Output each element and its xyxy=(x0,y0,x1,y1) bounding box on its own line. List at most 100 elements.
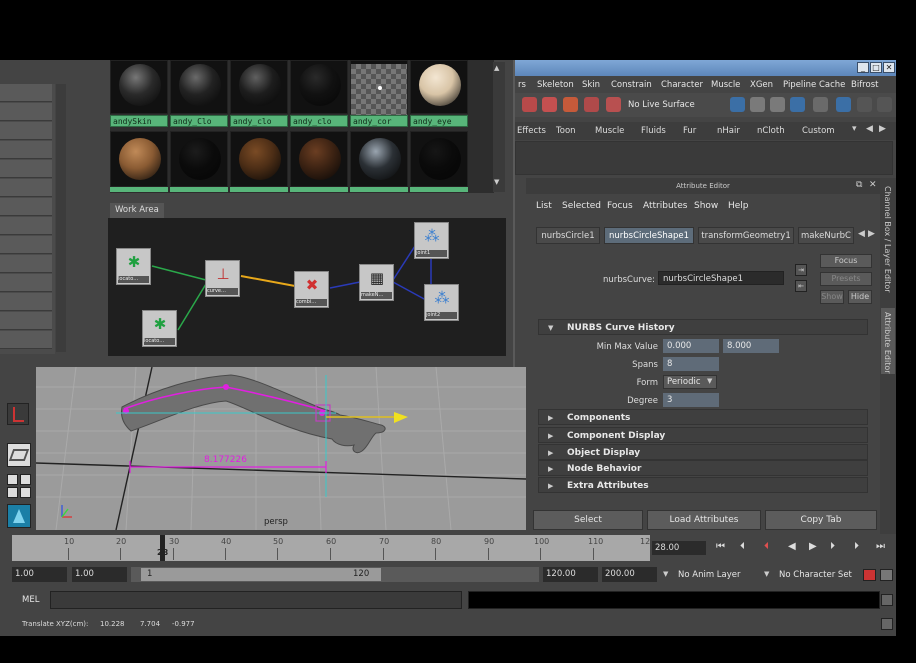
menu-item-skin[interactable]: Skin xyxy=(582,80,600,90)
left-list-scrollbar[interactable] xyxy=(56,84,66,352)
list-item[interactable] xyxy=(0,255,52,273)
snap-view-icon[interactable] xyxy=(584,97,599,112)
tab-make-nurb-circle[interactable]: makeNurbC xyxy=(798,227,854,244)
node-curve[interactable]: ⊥ curve… xyxy=(205,260,240,297)
node-makenurbs[interactable]: ▦ makeN… xyxy=(359,264,394,301)
list-item[interactable] xyxy=(0,217,52,235)
shelf-tab-effects[interactable]: Effects xyxy=(517,126,546,136)
list-item[interactable] xyxy=(0,312,52,330)
list-item[interactable] xyxy=(0,179,52,197)
shelf-menu-icon[interactable]: ▾ xyxy=(852,124,857,134)
load-attributes-button[interactable]: Load Attributes xyxy=(647,510,761,530)
ae-menu-attributes[interactable]: Attributes xyxy=(643,201,687,211)
shelf-tab-fur[interactable]: Fur xyxy=(683,126,696,136)
end-time-field[interactable]: 200.00 xyxy=(602,567,657,582)
tab-scroll-right-icon[interactable]: ▶ xyxy=(868,229,875,239)
character-set-selector[interactable]: No Character Set xyxy=(779,570,852,580)
nurbs-curve-history-section[interactable]: ▼ NURBS Curve History xyxy=(538,319,868,335)
channel-box-tab[interactable]: Channel Box / Layer Editor xyxy=(883,186,892,293)
material-swatch[interactable] xyxy=(410,131,468,187)
node-locator1[interactable]: ✱ locato… xyxy=(116,248,151,285)
presets-button[interactable]: Presets xyxy=(820,272,872,286)
tab-scroll-left-icon[interactable]: ◀ xyxy=(858,229,865,239)
material-label[interactable]: andySkin xyxy=(110,115,168,127)
ipr-render-icon[interactable] xyxy=(750,97,765,112)
script-editor-icon[interactable] xyxy=(881,594,893,606)
menu-item-skeleton[interactable]: Skeleton xyxy=(537,80,574,90)
menu-item-pipeline-cache[interactable]: Pipeline Cache xyxy=(783,80,845,90)
playback-end-field[interactable]: 120.00 xyxy=(543,567,598,582)
channel-box-toggle-icon[interactable] xyxy=(836,97,851,112)
range-slider-track[interactable]: 1 120 xyxy=(131,567,539,582)
layout-outliner-icon[interactable] xyxy=(20,487,31,498)
work-area-tab[interactable]: Work Area xyxy=(110,203,164,218)
attribute-editor-side-tab[interactable]: Attribute Editor xyxy=(881,308,895,374)
list-item[interactable] xyxy=(0,331,52,349)
render-settings-icon[interactable] xyxy=(770,97,785,112)
play-backward-icon[interactable]: ◀ xyxy=(788,541,796,552)
snap-surface-icon[interactable] xyxy=(563,97,578,112)
material-swatch[interactable] xyxy=(230,131,288,187)
tab-transform-geometry1[interactable]: transformGeometry1 xyxy=(698,227,794,244)
list-item[interactable] xyxy=(0,293,52,311)
material-label[interactable]: andy_clo xyxy=(230,115,288,127)
modeling-toolkit-icon[interactable] xyxy=(877,97,892,112)
go-to-start-icon[interactable]: ⏮ xyxy=(716,541,725,552)
close-panel-icon[interactable]: ✕ xyxy=(869,180,877,190)
playback-start-field[interactable]: 1.00 xyxy=(72,567,127,582)
shelf-tab-nhair[interactable]: nHair xyxy=(717,126,740,136)
layout-quad-icon[interactable] xyxy=(7,487,18,498)
step-forward-key-icon[interactable]: ⏵ xyxy=(830,541,835,552)
input-line-icon[interactable] xyxy=(813,97,828,112)
step-forward-icon[interactable]: ⏵ xyxy=(854,541,859,552)
list-item[interactable] xyxy=(0,103,52,121)
list-item[interactable] xyxy=(0,198,52,216)
node-joint2[interactable]: ⁂ joint2 xyxy=(424,284,459,321)
snap-live-icon[interactable] xyxy=(606,97,621,112)
tab-nurbs-circle-shape1[interactable]: nurbsCircleShape1 xyxy=(604,227,694,244)
material-grid-scrollbar[interactable]: ▲ ▼ xyxy=(493,62,505,192)
material-label[interactable]: andy_cor xyxy=(350,115,408,127)
auto-key-icon[interactable] xyxy=(863,569,876,581)
select-button[interactable]: Select xyxy=(533,510,643,530)
node-locator2[interactable]: ✱ locato… xyxy=(142,310,177,347)
ae-menu-help[interactable]: Help xyxy=(728,201,749,211)
spans-field[interactable]: 8 xyxy=(663,357,719,371)
step-back-key-icon[interactable]: ⏴ xyxy=(764,541,769,552)
grid-toggle-icon[interactable] xyxy=(7,443,31,467)
material-swatch[interactable] xyxy=(410,60,468,114)
material-swatch[interactable] xyxy=(170,60,228,114)
material-swatch[interactable] xyxy=(350,60,408,116)
material-swatch[interactable] xyxy=(230,60,288,114)
tab-nurbs-circle1[interactable]: nurbsCircle1 xyxy=(536,227,600,244)
go-input-icon[interactable]: ⇥ xyxy=(795,264,807,276)
extra-attributes-section[interactable]: ▶ Extra Attributes xyxy=(538,477,868,493)
hypershade-icon[interactable] xyxy=(790,97,805,112)
list-item[interactable] xyxy=(0,274,52,292)
close-button[interactable]: ✕ xyxy=(883,62,895,73)
menu-item-muscle[interactable]: Muscle xyxy=(711,80,740,90)
preferences-icon[interactable] xyxy=(880,569,893,581)
degree-field[interactable]: 3 xyxy=(663,393,719,407)
go-to-end-icon[interactable]: ⏭ xyxy=(876,541,885,552)
min-value-field[interactable]: 0.000 xyxy=(663,339,719,353)
material-label[interactable]: andy_clo xyxy=(290,115,348,127)
character-set-dropdown-icon[interactable]: ▼ xyxy=(764,570,769,578)
start-time-field[interactable]: 1.00 xyxy=(12,567,67,582)
object-display-section[interactable]: ▶ Object Display xyxy=(538,444,868,460)
menu-item-xgen[interactable]: XGen xyxy=(750,80,773,90)
scroll-up-icon[interactable]: ▲ xyxy=(494,64,503,74)
material-label[interactable]: andy_Clo xyxy=(170,115,228,127)
persp-view-icon[interactable] xyxy=(7,504,31,528)
tool-settings-icon[interactable] xyxy=(857,97,872,112)
perspective-viewport[interactable]: 8.177226 persp xyxy=(36,367,526,530)
menu-item-constrain[interactable]: Constrain xyxy=(611,80,652,90)
go-output-icon[interactable]: ⇤ xyxy=(795,280,807,292)
live-surface-label[interactable]: No Live Surface xyxy=(628,100,695,110)
list-item[interactable] xyxy=(0,236,52,254)
shelf-tab-custom[interactable]: Custom xyxy=(802,126,835,136)
list-item[interactable] xyxy=(0,160,52,178)
hide-button[interactable]: Hide xyxy=(848,290,872,304)
menu-item-character[interactable]: Character xyxy=(661,80,703,90)
ae-menu-focus[interactable]: Focus xyxy=(607,201,633,211)
